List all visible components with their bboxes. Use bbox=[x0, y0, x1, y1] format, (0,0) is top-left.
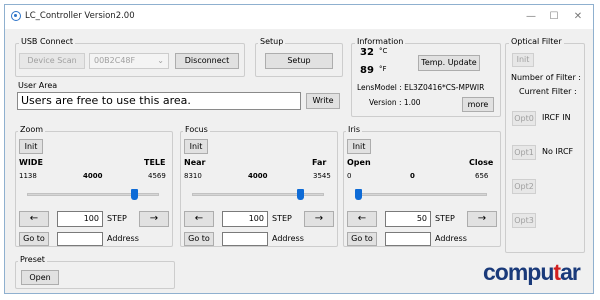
information-label: Information bbox=[355, 37, 406, 46]
focus-min-label: Near bbox=[184, 158, 206, 167]
focus-max-value: 3545 bbox=[313, 172, 331, 180]
zoom-step-label: STEP bbox=[107, 214, 127, 223]
device-select[interactable]: 00B2C48F ⌄ bbox=[89, 53, 169, 69]
more-button[interactable]: more bbox=[462, 97, 494, 112]
zoom-max-label: TELE bbox=[144, 158, 166, 167]
close-button[interactable]: ✕ bbox=[567, 8, 589, 26]
preset-label: Preset bbox=[18, 255, 47, 264]
optical-filter-label: Optical Filter bbox=[509, 37, 564, 46]
zoom-slider-track[interactable] bbox=[27, 193, 159, 196]
setup-button[interactable]: Setup bbox=[265, 53, 333, 69]
version-text: Version : 1.00 bbox=[369, 98, 421, 107]
filter-opt0-button[interactable]: Opt0 bbox=[512, 111, 536, 126]
zoom-max-value: 4569 bbox=[148, 172, 166, 180]
temp-celsius-unit: °C bbox=[379, 47, 388, 55]
iris-min-value: 0 bbox=[347, 172, 352, 180]
iris-slider-thumb[interactable] bbox=[355, 189, 362, 200]
user-area-input[interactable]: Users are free to use this area. bbox=[17, 92, 301, 110]
focus-goto-button[interactable]: Go to bbox=[184, 232, 214, 246]
title-bar: LC_Controller Version2.00 — ☐ ✕ bbox=[5, 5, 593, 29]
zoom-increase-button[interactable]: → bbox=[139, 211, 169, 227]
zoom-step-input[interactable]: 100 bbox=[57, 211, 103, 227]
iris-max-value: 656 bbox=[475, 172, 489, 180]
focus-increase-button[interactable]: → bbox=[304, 211, 334, 227]
zoom-init-button[interactable]: Init bbox=[19, 139, 43, 154]
focus-init-button[interactable]: Init bbox=[184, 139, 208, 154]
iris-slider-track[interactable] bbox=[355, 193, 487, 196]
iris-min-label: Open bbox=[347, 158, 371, 167]
focus-address-label: Address bbox=[272, 234, 304, 243]
iris-address-input[interactable] bbox=[385, 232, 431, 246]
chevron-down-icon: ⌄ bbox=[157, 56, 164, 65]
filter-opt0-name: IRCF IN bbox=[542, 113, 571, 122]
disconnect-button[interactable]: Disconnect bbox=[175, 53, 239, 69]
focus-min-value: 8310 bbox=[184, 172, 202, 180]
write-button[interactable]: Write bbox=[306, 93, 340, 109]
focus-slider-track[interactable] bbox=[192, 193, 324, 196]
focus-step-input[interactable]: 100 bbox=[222, 211, 268, 227]
focus-decrease-button[interactable]: ← bbox=[184, 211, 214, 227]
filter-init-button[interactable]: Init bbox=[512, 53, 534, 67]
device-scan-button[interactable]: Device Scan bbox=[19, 53, 85, 69]
focus-label: Focus bbox=[183, 125, 210, 134]
iris-step-label: STEP bbox=[435, 214, 455, 223]
focus-current-value: 4000 bbox=[248, 172, 268, 180]
zoom-label: Zoom bbox=[18, 125, 46, 134]
maximize-button[interactable]: ☐ bbox=[543, 8, 565, 26]
iris-init-button[interactable]: Init bbox=[347, 139, 371, 154]
zoom-goto-button[interactable]: Go to bbox=[19, 232, 49, 246]
computar-logo: computar bbox=[483, 259, 581, 285]
filter-opt1-name: No IRCF bbox=[542, 147, 574, 156]
window-title: LC_Controller Version2.00 bbox=[25, 11, 135, 21]
iris-increase-button[interactable]: → bbox=[467, 211, 497, 227]
iris-max-label: Close bbox=[469, 158, 494, 167]
iris-decrease-button[interactable]: ← bbox=[347, 211, 377, 227]
filter-opt1-button[interactable]: Opt1 bbox=[512, 145, 536, 160]
preset-open-button[interactable]: Open bbox=[21, 270, 59, 285]
temp-fahrenheit-value: 89 bbox=[360, 65, 374, 76]
filter-opt2-button[interactable]: Opt2 bbox=[512, 179, 536, 194]
device-select-value: 00B2C48F bbox=[94, 56, 136, 65]
filter-opt3-button[interactable]: Opt3 bbox=[512, 213, 536, 228]
zoom-address-input[interactable] bbox=[57, 232, 103, 246]
usb-connect-label: USB Connect bbox=[19, 37, 76, 46]
app-window: LC_Controller Version2.00 — ☐ ✕ USB Conn… bbox=[4, 4, 594, 294]
focus-slider-thumb[interactable] bbox=[297, 189, 304, 200]
iris-address-label: Address bbox=[435, 234, 467, 243]
zoom-slider-thumb[interactable] bbox=[131, 189, 139, 200]
app-icon bbox=[11, 11, 21, 21]
iris-step-input[interactable]: 50 bbox=[385, 211, 431, 227]
focus-max-label: Far bbox=[312, 158, 327, 167]
lens-model-text: LensModel : EL3Z0416*CS-MPWIR bbox=[357, 83, 485, 92]
number-of-filter-label: Number of Filter : bbox=[511, 73, 581, 82]
temp-update-button[interactable]: Temp. Update bbox=[418, 55, 480, 71]
zoom-min-value: 1138 bbox=[19, 172, 37, 180]
temp-fahrenheit-unit: °F bbox=[379, 65, 387, 73]
user-area-label: User Area bbox=[18, 81, 58, 90]
setup-label: Setup bbox=[258, 37, 286, 46]
iris-current-value: 0 bbox=[410, 172, 415, 180]
current-filter-label: Current Filter : bbox=[519, 87, 577, 96]
focus-address-input[interactable] bbox=[222, 232, 268, 246]
temp-celsius-value: 32 bbox=[360, 47, 374, 58]
minimize-button[interactable]: — bbox=[520, 8, 542, 26]
iris-label: Iris bbox=[346, 125, 363, 134]
zoom-min-label: WIDE bbox=[19, 158, 43, 167]
zoom-decrease-button[interactable]: ← bbox=[19, 211, 49, 227]
zoom-current-value: 4000 bbox=[83, 172, 103, 180]
focus-step-label: STEP bbox=[272, 214, 292, 223]
zoom-address-label: Address bbox=[107, 234, 139, 243]
iris-goto-button[interactable]: Go to bbox=[347, 232, 377, 246]
